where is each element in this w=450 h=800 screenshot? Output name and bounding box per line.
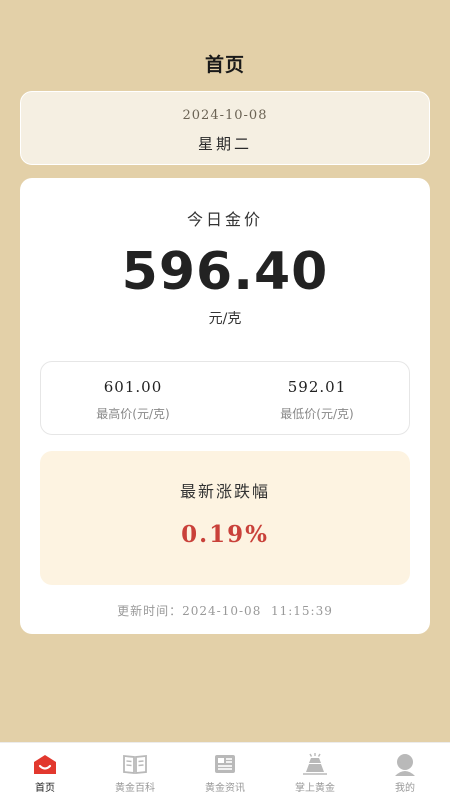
gold-price-value: 596.40 — [121, 242, 329, 302]
price-unit: 元/克 — [208, 311, 242, 327]
update-time-prefix: 更新时间： — [117, 604, 183, 618]
gold-price-card: 今日金价 596.40 元/克 601.00 最高价(元/克) 592.01 最… — [20, 178, 430, 634]
home-icon — [34, 755, 56, 774]
high-price: 601.00 最高价(元/克) — [41, 362, 225, 434]
price-range-box: 601.00 最高价(元/克) 592.01 最低价(元/克) — [40, 361, 410, 435]
low-price: 592.01 最低价(元/克) — [225, 362, 409, 434]
gold-bar-icon — [303, 753, 327, 775]
change-label: 最新涨跌幅 — [179, 482, 270, 501]
update-time-value: 2024-10-08 11:15:39 — [182, 604, 333, 618]
tab-gold-encyclopedia[interactable]: 黄金百科 — [90, 743, 180, 800]
date-card: 2024-10-08 星期二 — [20, 91, 430, 165]
high-price-label: 最高价(元/克) — [96, 407, 170, 421]
low-price-value: 592.01 — [287, 378, 347, 396]
news-icon — [215, 755, 235, 773]
book-icon — [123, 755, 147, 774]
update-time: 更新时间：2024-10-08 11:15:39 — [20, 602, 430, 619]
current-weekday: 星期二 — [197, 135, 252, 153]
low-price-label: 最低价(元/克) — [280, 407, 354, 421]
tab-pocket-gold[interactable]: 掌上黄金 — [270, 743, 360, 800]
tab-home[interactable]: 首页 — [0, 743, 90, 800]
tab-gold-encyclopedia-label: 黄金百科 — [115, 783, 155, 794]
change-value: 0.19% — [181, 521, 269, 548]
change-box: 最新涨跌幅 0.19% — [40, 451, 410, 585]
profile-icon — [395, 754, 415, 776]
tab-gold-news[interactable]: 黄金资讯 — [180, 743, 270, 800]
price-label: 今日金价 — [186, 210, 263, 229]
current-date: 2024-10-08 — [182, 108, 268, 123]
tab-profile-label: 我的 — [395, 783, 415, 794]
tab-gold-news-label: 黄金资讯 — [205, 783, 245, 794]
tab-profile[interactable]: 我的 — [360, 743, 450, 800]
page-title: 首页 — [204, 54, 245, 76]
tab-pocket-gold-label: 掌上黄金 — [295, 783, 335, 794]
bottom-tab-bar: 首页 黄金百科 黄金资讯 掌上黄金 我的 — [0, 742, 450, 800]
high-price-value: 601.00 — [103, 378, 163, 396]
tab-home-label: 首页 — [35, 783, 55, 794]
